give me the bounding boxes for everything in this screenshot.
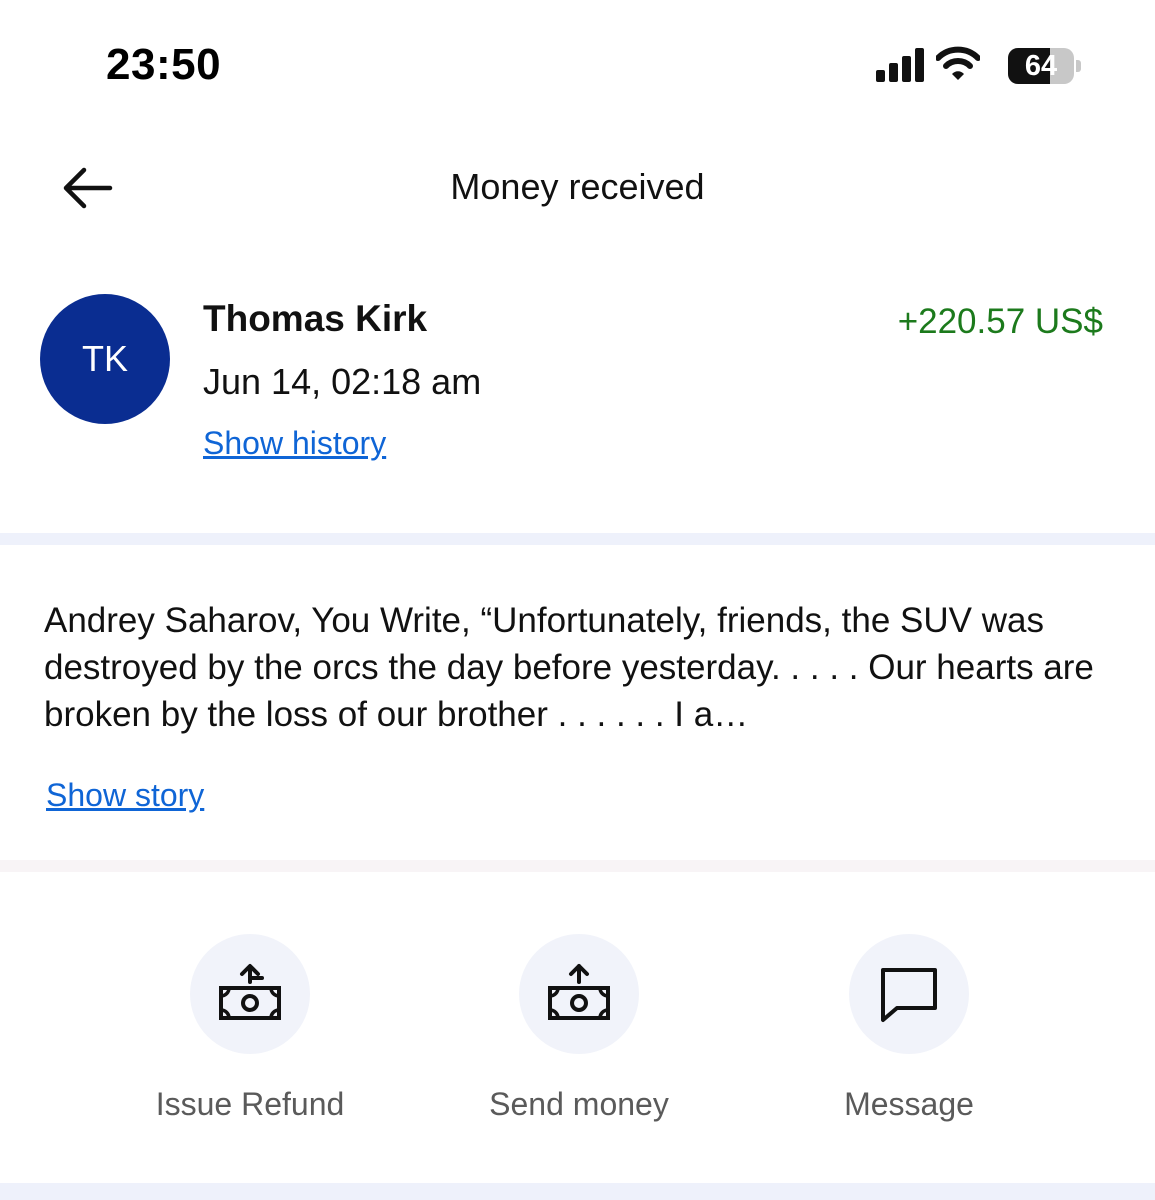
transaction-header: TK Thomas Kirk Jun 14, 02:18 am Show his…: [0, 260, 1155, 530]
page-title: Money received: [450, 166, 705, 207]
sender-name: Thomas Kirk: [203, 298, 428, 339]
battery-cap: [1076, 60, 1081, 72]
status-time: 23:50: [106, 40, 222, 89]
send-money-icon-circle: [519, 934, 639, 1054]
nav-bar: Money received: [0, 140, 1155, 240]
battery-icon: 64: [1008, 48, 1081, 84]
show-history-link[interactable]: Show history: [203, 425, 386, 462]
note-text: Andrey Saharov, You Write, “Unfortunatel…: [44, 601, 1094, 734]
cash-upload-icon: [219, 964, 281, 1020]
battery-body: 64: [1008, 48, 1074, 84]
send-money-label: Send money: [489, 1086, 669, 1122]
message-button[interactable]: Message: [779, 934, 1039, 1154]
section-divider: [0, 860, 1155, 872]
issue-refund-icon-circle: [190, 934, 310, 1054]
issue-refund-label: Issue Refund: [155, 1086, 345, 1122]
note-section: Andrey Saharov, You Write, “Unfortunatel…: [0, 545, 1155, 860]
show-story-link[interactable]: Show story: [46, 777, 204, 814]
message-label: Message: [844, 1086, 974, 1122]
cellular-signal-icon: [876, 48, 924, 82]
section-divider: [0, 533, 1155, 545]
transaction-amount: +220.57 US$: [897, 302, 1103, 341]
message-icon-circle: [849, 934, 969, 1054]
transaction-date: Jun 14, 02:18 am: [203, 361, 482, 402]
chat-bubble-icon: [881, 968, 937, 1022]
action-bar: Issue Refund Send money Message: [0, 872, 1155, 1182]
status-icons: 64: [872, 44, 1092, 88]
issue-refund-button[interactable]: Issue Refund: [120, 934, 380, 1154]
avatar: TK: [40, 294, 170, 424]
status-bar: 23:50 64: [0, 0, 1155, 130]
battery-level: 64: [1024, 50, 1058, 82]
section-divider: [0, 1183, 1155, 1200]
wifi-icon: [936, 46, 980, 80]
send-money-button[interactable]: Send money: [449, 934, 709, 1154]
cash-send-icon: [548, 964, 610, 1020]
